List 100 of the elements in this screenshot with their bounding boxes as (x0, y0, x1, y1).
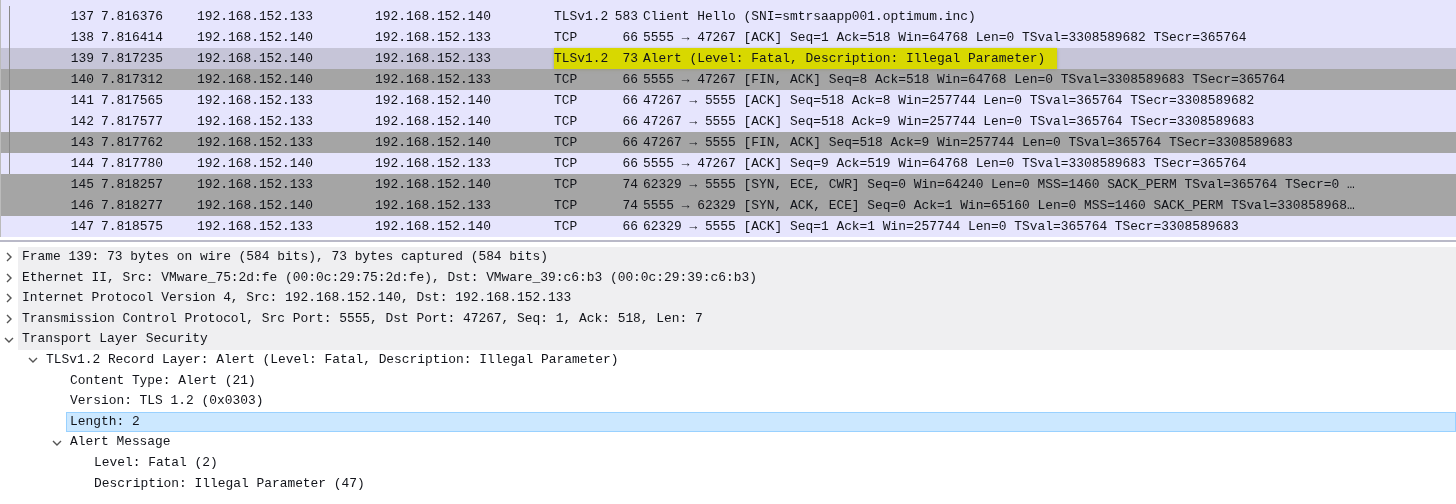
packet-length: 73 (621, 50, 638, 68)
packet-time: 7.816414 (100, 29, 164, 47)
packet-protocol: TCP (554, 155, 579, 173)
packet-info: 62329 → 5555 [ACK] Seq=1 Ack=1 Win=257744 Len=0 TSval=365764 TSecr=3308589683 (642, 218, 1240, 236)
packet-info: 5555 → 62329 [SYN, ACK, ECE] Seq=0 Ack=1 Win=65160 Len=0 MSS=1460 SACK_PERM TSval=330858968… (642, 197, 1356, 215)
packet-length: 66 (621, 92, 638, 110)
packet-protocol: TCP (554, 71, 579, 89)
source-address: 192.168.152.140 (197, 155, 315, 173)
chevron-right-icon[interactable] (4, 252, 14, 263)
tree-item[interactable]: Version: TLS 1.2 (0x0303) (66, 391, 1456, 412)
tree-item[interactable]: Transmission Control Protocol, Src Port: 5555, Dst Port: 47267, Seq: 1, Ack: 518, Len: 7 (18, 308, 1456, 330)
packet-protocol: TLSv1.2 (554, 50, 610, 68)
packet-number: 146 (69, 197, 94, 215)
source-address: 192.168.152.140 (197, 50, 315, 68)
packet-time: 7.817577 (100, 113, 164, 131)
packet-number: 141 (69, 92, 94, 110)
packet-length: 74 (621, 176, 638, 194)
destination-address: 192.168.152.133 (375, 197, 493, 215)
source-address: 192.168.152.133 (197, 134, 315, 152)
packet-length: 583 (614, 8, 638, 26)
packet-number: 139 (69, 50, 94, 68)
destination-address: 192.168.152.140 (375, 218, 493, 236)
packet-info: Client Hello (SNI=smtrsaapp001.optimum.inc) (642, 8, 977, 26)
packet-time: 7.818277 (100, 197, 164, 215)
packet-time: 7.817762 (100, 134, 164, 152)
packet-protocol: TLSv1.2 (554, 8, 610, 26)
tree-item[interactable]: Description: Illegal Parameter (47) (90, 473, 1456, 495)
chevron-right-icon[interactable] (4, 272, 14, 283)
packet-row[interactable]: 143 7.817762 192.168.152.133 192.168.152.140 TCP 66 47267 → 5555 [FIN, ACK] Seq=518 Ack=9 Win=257744 Len=0 TSval=365764 TSecr=3308589683 (1, 132, 1456, 153)
packet-row[interactable]: 139 7.817235 192.168.152.140 192.168.152.133 TLSv1.2 73 Alert (Level: Fatal, Description: Illegal Parameter) (1, 48, 1456, 69)
packet-info: 62329 → 5555 [SYN, ECE, CWR] Seq=0 Win=64240 Len=0 MSS=1460 SACK_PERM TSval=365764 TSecr=0 … (642, 176, 1356, 194)
packet-time: 7.817235 (100, 50, 164, 68)
tree-item[interactable]: Alert Message (66, 432, 1456, 453)
packet-row[interactable]: 140 7.817312 192.168.152.140 192.168.152.133 TCP 66 5555 → 47267 [FIN, ACK] Seq=8 Ack=518 Win=64768 Len=0 TSval=3308589683 TSecr=365764 (1, 69, 1456, 90)
packet-time: 7.818575 (100, 218, 164, 236)
tree-item[interactable]: Content Type: Alert (21) (66, 370, 1456, 392)
packet-row[interactable]: 147 7.818575 192.168.152.133 192.168.152.140 TCP 66 62329 → 5555 [ACK] Seq=1 Ack=1 Win=257744 Len=0 TSval=365764 TSecr=3308589683 (1, 216, 1456, 237)
packet-number: 145 (69, 176, 94, 194)
packet-time: 7.816376 (100, 8, 164, 26)
packet-time: 7.817312 (100, 71, 164, 89)
packet-number: 144 (69, 155, 94, 173)
packet-protocol: TCP (554, 113, 579, 131)
destination-address: 192.168.152.140 (375, 113, 493, 131)
source-address: 192.168.152.133 (197, 218, 315, 236)
packet-time: 7.817780 (100, 155, 164, 173)
packet-protocol: TCP (554, 197, 579, 215)
packet-protocol: TCP (554, 29, 579, 47)
destination-address: 192.168.152.140 (375, 8, 493, 26)
packet-protocol: TCP (554, 134, 579, 152)
packet-info: Alert (Level: Fatal, Description: Illegal Parameter) (642, 50, 1047, 68)
tree-item[interactable]: Level: Fatal (2) (90, 452, 1456, 474)
destination-address: 192.168.152.140 (375, 176, 493, 194)
packet-row[interactable]: 142 7.817577 192.168.152.133 192.168.152.140 TCP 66 47267 → 5555 [ACK] Seq=518 Ack=9 Win=257744 Len=0 TSval=365764 TSecr=3308589683 (1, 111, 1456, 132)
packet-row[interactable]: 137 7.816376 192.168.152.133 192.168.152.140 TLSv1.2 583 Client Hello (SNI=smtrsaapp001.optimum.inc) (1, 6, 1456, 27)
source-address: 192.168.152.133 (197, 92, 315, 110)
tree-item[interactable]: TLSv1.2 Record Layer: Alert (Level: Fatal, Description: Illegal Parameter) (42, 349, 1456, 371)
packet-length: 66 (621, 71, 638, 89)
packet-number: 143 (69, 134, 94, 152)
destination-address: 192.168.152.133 (375, 155, 493, 173)
source-address: 192.168.152.133 (197, 8, 315, 26)
packet-protocol: TCP (554, 92, 579, 110)
packet-row[interactable]: 146 7.818277 192.168.152.140 192.168.152.133 TCP 74 5555 → 62329 [SYN, ACK, ECE] Seq=0 Ack=1 Win=65160 Len=0 MSS=1460 SACK_PERM TSval=330858968… (1, 195, 1456, 216)
tree-item[interactable]: Length: 2 (66, 411, 1456, 433)
packet-length: 66 (621, 134, 638, 152)
packet-length: 66 (621, 113, 638, 131)
destination-address: 192.168.152.140 (375, 92, 493, 110)
packet-number: 140 (69, 71, 94, 89)
source-address: 192.168.152.133 (197, 113, 315, 131)
packet-row[interactable]: 138 7.816414 192.168.152.140 192.168.152.133 TCP 66 5555 → 47267 [ACK] Seq=1 Ack=518 Win=64768 Len=0 TSval=3308589682 TSecr=365764 (1, 27, 1456, 48)
packet-number: 142 (69, 113, 94, 131)
tree-item[interactable]: Internet Protocol Version 4, Src: 192.168.152.140, Dst: 192.168.152.133 (18, 288, 1456, 309)
destination-address: 192.168.152.140 (375, 134, 493, 152)
tree-item[interactable]: Transport Layer Security (18, 329, 1456, 350)
tree-item[interactable]: Frame 139: 73 bytes on wire (584 bits), 73 bytes captured (584 bits) (18, 247, 1456, 268)
packet-info: 47267 → 5555 [ACK] Seq=518 Ack=8 Win=257744 Len=0 TSval=365764 TSecr=3308589682 (642, 92, 1256, 110)
packet-number: 137 (69, 8, 94, 26)
packet-number: 138 (69, 29, 94, 47)
packet-row[interactable]: 145 7.818257 192.168.152.133 192.168.152.140 TCP 74 62329 → 5555 [SYN, ECE, CWR] Seq=0 Win=64240 Len=0 MSS=1460 SACK_PERM TSval=365764 TSecr=0 … (1, 174, 1456, 195)
packet-time: 7.818257 (100, 176, 164, 194)
packet-info: 47267 → 5555 [ACK] Seq=518 Ack=9 Win=257744 Len=0 TSval=365764 TSecr=3308589683 (642, 113, 1256, 131)
source-address: 192.168.152.133 (197, 176, 315, 194)
source-address: 192.168.152.140 (197, 71, 315, 89)
destination-address: 192.168.152.133 (375, 50, 493, 68)
chevron-right-icon[interactable] (4, 293, 14, 304)
destination-address: 192.168.152.133 (375, 29, 493, 47)
packet-protocol: TCP (554, 176, 579, 194)
packet-info: 47267 → 5555 [FIN, ACK] Seq=518 Ack=9 Win=257744 Len=0 TSval=365764 TSecr=3308589683 (642, 134, 1294, 152)
packet-row[interactable]: 144 7.817780 192.168.152.140 192.168.152.133 TCP 66 5555 → 47267 [ACK] Seq=9 Ack=519 Win=64768 Len=0 TSval=3308589683 TSecr=365764 (1, 153, 1456, 174)
packet-length: 74 (621, 197, 638, 215)
packet-info: 5555 → 47267 [ACK] Seq=1 Ack=518 Win=64768 Len=0 TSval=3308589682 TSecr=365764 (642, 29, 1248, 47)
chevron-right-icon[interactable] (4, 314, 14, 325)
tree-item[interactable]: Ethernet II, Src: VMware_75:2d:fe (00:0c:29:75:2d:fe), Dst: VMware_39:c6:b3 (00:0c:29:39:c6:b3) (18, 267, 1456, 289)
packet-info: 5555 → 47267 [FIN, ACK] Seq=8 Ack=518 Win=64768 Len=0 TSval=3308589683 TSecr=365764 (642, 71, 1287, 89)
packet-length: 66 (621, 29, 638, 47)
packet-protocol: TCP (554, 218, 579, 236)
packet-length: 66 (621, 155, 638, 173)
source-address: 192.168.152.140 (197, 197, 315, 215)
packet-time: 7.817565 (100, 92, 164, 110)
packet-row[interactable]: 141 7.817565 192.168.152.133 192.168.152.140 TCP 66 47267 → 5555 [ACK] Seq=518 Ack=8 Win=257744 Len=0 TSval=365764 TSecr=3308589682 (1, 90, 1456, 111)
packet-info: 5555 → 47267 [ACK] Seq=9 Ack=519 Win=64768 Len=0 TSval=3308589683 TSecr=365764 (642, 155, 1248, 173)
